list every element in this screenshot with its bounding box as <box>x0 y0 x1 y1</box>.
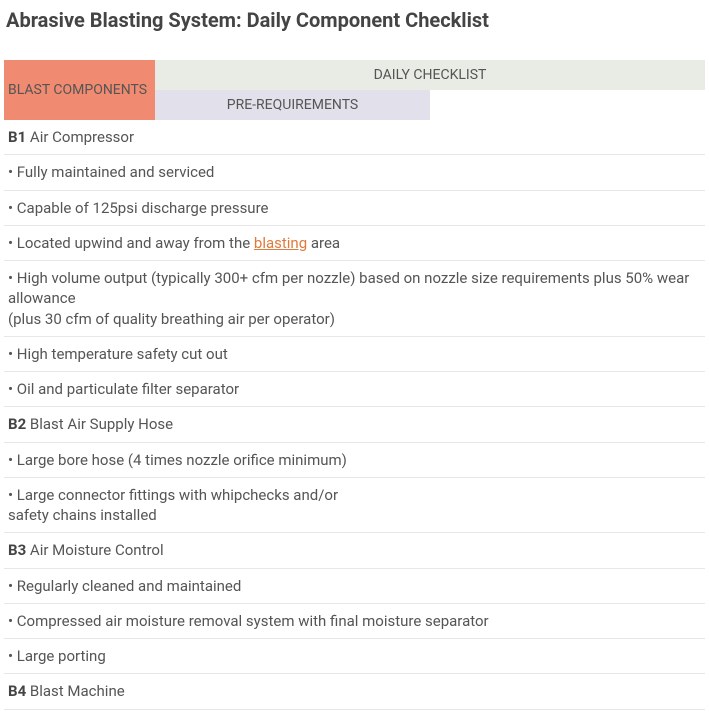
checklist-rows: B1 Air Compressor• Fully maintained and … <box>4 120 705 710</box>
checklist-row: • Large porting <box>4 639 705 674</box>
page-title: Abrasive Blasting System: Daily Componen… <box>4 8 705 32</box>
checklist-row: • Located upwind and away from the blast… <box>4 226 705 261</box>
checklist-row: B3 Air Moisture Control <box>4 533 705 568</box>
checklist-row: • Capable of 125psi discharge pressure <box>4 191 705 226</box>
row-code: B1 <box>8 128 26 146</box>
checklist-row: • High volume output (typically 300+ cfm… <box>4 261 705 337</box>
checklist-row: B4 Blast Machine <box>4 674 705 709</box>
header-pre-requirements: PRE-REQUIREMENTS <box>155 90 430 120</box>
checklist-row: • Fully maintained and serviced <box>4 155 705 190</box>
checklist-row: • High temperature safety cut out <box>4 337 705 372</box>
row-code: B4 <box>8 682 26 700</box>
header-daily-checklist: DAILY CHECKLIST <box>155 60 705 90</box>
checklist-row: • Regularly cleaned and maintained <box>4 569 705 604</box>
row-code: B2 <box>8 415 26 433</box>
checklist-row: • Large bore hose (4 times nozzle orific… <box>4 443 705 478</box>
checklist-row: • Oil and particulate filter separator <box>4 372 705 407</box>
link-blasting[interactable]: blasting <box>254 234 307 252</box>
header-table: BLAST COMPONENTS DAILY CHECKLIST PRE-REQ… <box>4 60 705 120</box>
header-blast-components: BLAST COMPONENTS <box>4 60 155 120</box>
checklist-row: B2 Blast Air Supply Hose <box>4 407 705 442</box>
checklist-row: • Compressed air moisture removal system… <box>4 604 705 639</box>
checklist-row: • Large connector fittings with whipchec… <box>4 478 705 534</box>
checklist-row: B1 Air Compressor <box>4 120 705 155</box>
header-gap <box>430 90 705 120</box>
row-code: B3 <box>8 541 26 559</box>
